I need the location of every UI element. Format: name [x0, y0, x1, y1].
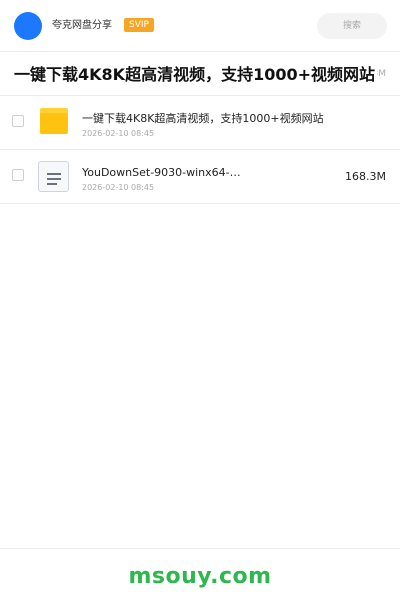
file-row[interactable]: 一键下载4K8K超高清视频，支持1000+视频网站 2026-02-10 08:…: [0, 96, 400, 150]
top-header: 夸克网盘分享 SVIP 搜索: [0, 0, 400, 52]
file-date: 2026-02-10 08:45: [82, 183, 155, 192]
folder-icon: [40, 108, 68, 134]
app-name: 夸克网盘分享: [52, 20, 112, 31]
share-title: 一键下载4K8K超高清视频，支持1000+视频网站: [14, 64, 378, 86]
search-placeholder: 搜索: [342, 21, 361, 31]
select-checkbox[interactable]: [12, 115, 24, 127]
file-size: 168.3M: [345, 170, 386, 183]
file-date: 2026-02-10 08:45: [82, 129, 155, 138]
share-title-bar: 1项 · 168.3M 一键下载4K8K超高清视频，支持1000+视频网站: [0, 52, 400, 96]
share-page: 夸克网盘分享 SVIP 搜索 1项 · 168.3M 一键下载4K8K超高清视频…: [0, 0, 400, 600]
avatar[interactable]: [14, 12, 42, 40]
document-icon: [38, 161, 69, 192]
footer: msouy.com: [0, 548, 400, 600]
search-box[interactable]: 搜索: [317, 13, 387, 39]
file-name[interactable]: YouDownSet-9030-winx64-in…: [82, 166, 242, 180]
svip-badge: SVIP: [124, 18, 154, 32]
select-checkbox[interactable]: [12, 169, 24, 181]
file-row[interactable]: YouDownSet-9030-winx64-in… 2026-02-10 08…: [0, 150, 400, 204]
watermark-text: msouy.com: [128, 564, 272, 589]
file-name[interactable]: 一键下载4K8K超高清视频，支持1000+视频网站: [82, 112, 324, 126]
